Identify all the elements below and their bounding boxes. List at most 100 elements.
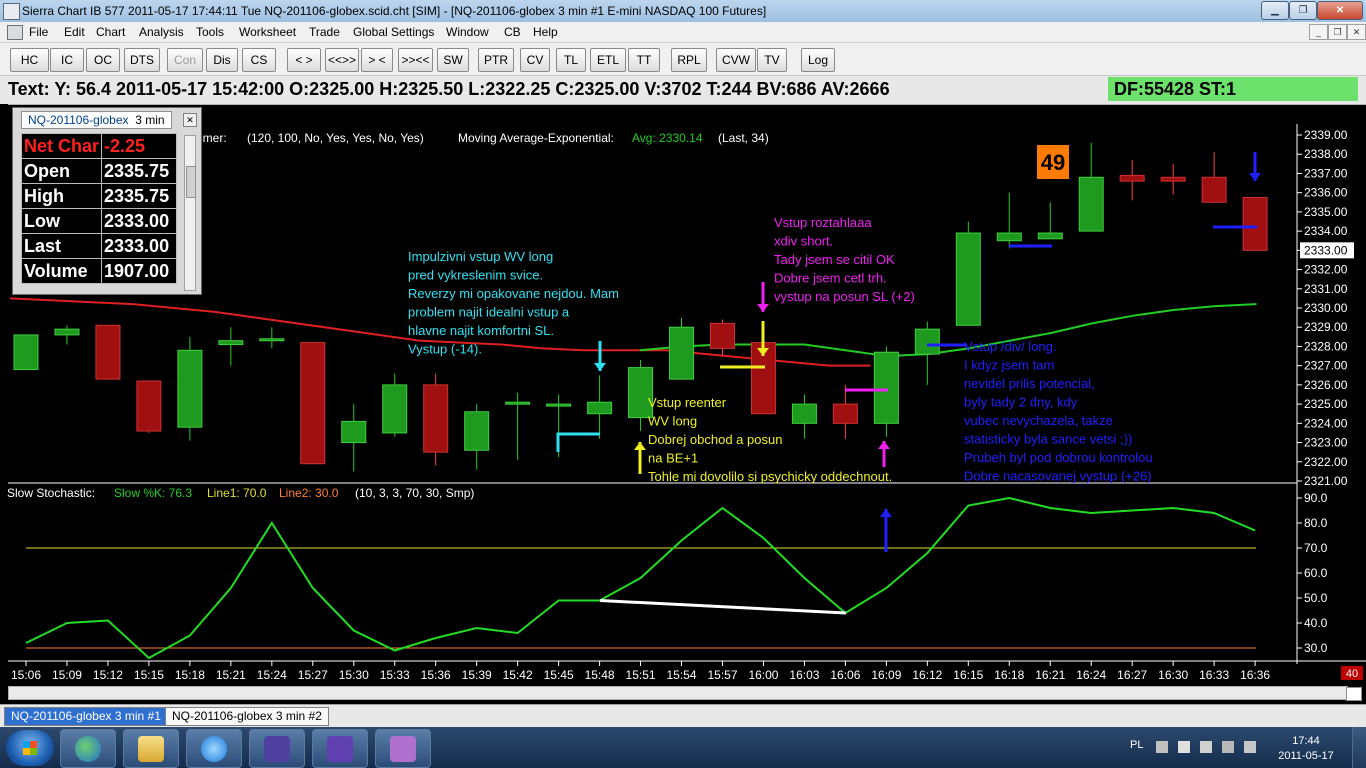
keyboard-icon[interactable] xyxy=(1156,741,1168,753)
candle-body xyxy=(95,324,121,380)
time-label: 15:48 xyxy=(585,668,615,682)
taskbar: PL 17:44 2011-05-17 xyxy=(0,727,1366,768)
current-price-label: 2333.00 xyxy=(1304,243,1348,257)
menu-trade[interactable]: Trade xyxy=(309,25,340,39)
toolbar-button-con[interactable]: Con xyxy=(167,48,203,72)
candle-body xyxy=(54,328,80,336)
language-indicator[interactable]: PL xyxy=(1130,739,1143,751)
data-window-key: Volume xyxy=(20,258,103,284)
data-window-tab[interactable]: NQ-201106-globex 3 min xyxy=(21,111,172,129)
menu-analysis[interactable]: Analysis xyxy=(139,25,184,39)
scrollbar-thumb[interactable] xyxy=(1346,687,1362,701)
menu-worksheet[interactable]: Worksheet xyxy=(239,25,296,39)
network-icon[interactable] xyxy=(1200,741,1212,753)
annotation-yellow: na BE+1 xyxy=(648,451,698,466)
taskbar-app-2[interactable] xyxy=(312,729,368,768)
toolbar-button-ic[interactable]: IC xyxy=(50,48,84,72)
start-button[interactable] xyxy=(6,730,54,766)
candle-body xyxy=(1201,176,1227,203)
price-label: 2331.00 xyxy=(1304,282,1348,296)
tab-chart-1[interactable]: NQ-201106-globex 3 min #1 xyxy=(4,707,168,726)
mdi-minimize-button[interactable]: _ xyxy=(1309,24,1328,40)
toolbar-button-[interactable]: < > xyxy=(287,48,321,72)
toolbar-button-cs[interactable]: CS xyxy=(242,48,276,72)
menu-file[interactable]: File xyxy=(29,25,48,39)
taskbar-app-1[interactable] xyxy=(249,729,305,768)
toolbar-button-sw[interactable]: SW xyxy=(437,48,469,72)
candle-body xyxy=(259,338,285,342)
data-window-close-icon[interactable]: ✕ xyxy=(183,113,197,127)
toolbar-button-tv[interactable]: TV xyxy=(757,48,787,72)
toolbar-button-[interactable]: > < xyxy=(361,48,393,72)
candle-body xyxy=(1078,176,1104,232)
toolbar-button-hc[interactable]: HC xyxy=(10,48,49,72)
taskbar-app-3[interactable] xyxy=(375,729,431,768)
clock[interactable]: 17:44 2011-05-17 xyxy=(1276,734,1336,764)
time-label: 15:06 xyxy=(11,668,41,682)
chart-area[interactable]: 2339.00 2338.00 2337.00 2336.00 2335.00 2334.… xyxy=(0,104,1366,684)
toolbar-button-cv[interactable]: CV xyxy=(520,48,550,72)
data-window-row: Last 2333.00 xyxy=(20,233,178,259)
toolbar-button-ptr[interactable]: PTR xyxy=(478,48,514,72)
price-label: 2324.00 xyxy=(1304,416,1348,430)
time-label: 16:09 xyxy=(871,668,901,682)
candle-body xyxy=(955,232,981,326)
data-window-value: -2.25 xyxy=(101,133,178,159)
mdi-restore-button[interactable]: ❐ xyxy=(1328,24,1347,40)
time-label: 16:18 xyxy=(994,668,1024,682)
candle-body xyxy=(1242,196,1268,251)
toolbar-button-cvw[interactable]: CVW xyxy=(716,48,756,72)
menu-chart[interactable]: Chart xyxy=(96,25,125,39)
tab-chart-2[interactable]: NQ-201106-globex 3 min #2 xyxy=(165,707,329,726)
price-label: 2334.00 xyxy=(1304,224,1348,238)
toolbar-button-tt[interactable]: TT xyxy=(628,48,660,72)
menu-window[interactable]: Window xyxy=(446,25,489,39)
signal-icon[interactable] xyxy=(1222,741,1234,753)
document-icon[interactable] xyxy=(7,25,23,40)
mdi-close-button[interactable]: ✕ xyxy=(1347,24,1366,40)
toolbar-button-dis[interactable]: Dis xyxy=(206,48,238,72)
menu-help[interactable]: Help xyxy=(533,25,558,39)
arrow-blue-down-head xyxy=(1249,173,1261,181)
chart-scrollbar[interactable] xyxy=(0,684,1366,702)
data-window-key: High xyxy=(20,183,103,209)
toolbar-button-dts[interactable]: DTS xyxy=(124,48,160,72)
show-desktop-button[interactable] xyxy=(1352,727,1366,768)
time-label: 15:27 xyxy=(298,668,328,682)
menu-edit[interactable]: Edit xyxy=(64,25,85,39)
toolbar-button-rpl[interactable]: RPL xyxy=(671,48,707,72)
toolbar-button-oc[interactable]: OC xyxy=(86,48,120,72)
stoch-label: 30.0 xyxy=(1304,641,1328,655)
taskbar-app-ie[interactable] xyxy=(186,729,242,768)
bracket-app-icon xyxy=(327,736,353,762)
data-window[interactable]: NQ-201106-globex 3 min ✕ Net Char -2.25 Op… xyxy=(12,107,202,295)
annotation-blue: Vstup /div/ long. xyxy=(964,339,1057,354)
taskbar-app-globe[interactable] xyxy=(60,729,116,768)
annotation-yellow: WV long xyxy=(648,414,697,429)
menu-cb[interactable]: CB xyxy=(504,25,521,39)
time-label: 15:33 xyxy=(380,668,410,682)
candle-body xyxy=(177,349,203,428)
flag-tray-icon[interactable] xyxy=(1178,741,1190,753)
toolbar-button-[interactable]: <<>> xyxy=(325,48,359,72)
maximize-button[interactable]: ❐ xyxy=(1289,1,1317,20)
data-window-table: Net Char -2.25 Open 2335.75 High 2335.75 Low 23… xyxy=(20,133,178,284)
data-window-value: 2335.75 xyxy=(101,183,178,209)
toolbar-button-tl[interactable]: TL xyxy=(556,48,586,72)
menu-tools[interactable]: Tools xyxy=(196,25,224,39)
window-title: Sierra Chart IB 577 2011-05-17 17:44:11 … xyxy=(22,4,767,18)
taskbar-app-explorer[interactable] xyxy=(123,729,179,768)
time-label: 15:12 xyxy=(93,668,123,682)
toolbar-button-[interactable]: >><< xyxy=(398,48,433,72)
toolbar-button-log[interactable]: Log xyxy=(801,48,835,72)
close-button[interactable]: ✕ xyxy=(1317,1,1363,20)
minimize-button[interactable]: ▁ xyxy=(1261,1,1289,20)
marker-cyan xyxy=(556,432,600,452)
volume-icon[interactable] xyxy=(1244,741,1256,753)
menu-global-settings[interactable]: Global Settings xyxy=(353,25,434,39)
data-window-scrollbar[interactable] xyxy=(184,135,196,291)
candle-body xyxy=(218,340,244,346)
data-window-key: Net Char xyxy=(20,133,103,159)
stoch-label: 70.0 xyxy=(1304,541,1328,555)
toolbar-button-etl[interactable]: ETL xyxy=(590,48,626,72)
